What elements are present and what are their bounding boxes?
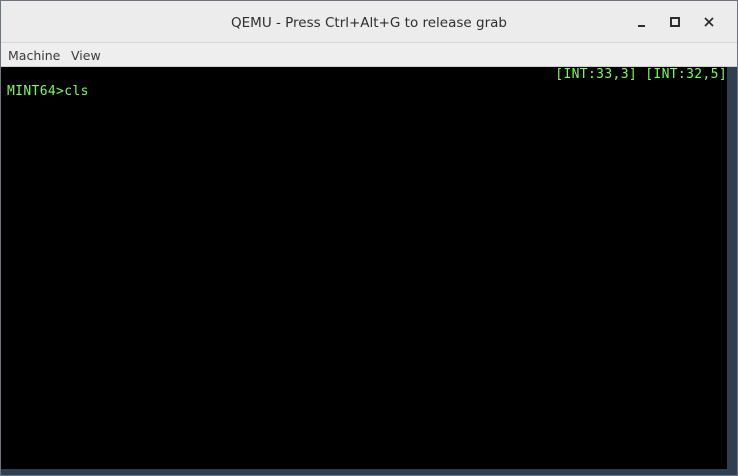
display-border-right [727, 67, 737, 475]
menu-machine[interactable]: Machine [8, 43, 60, 67]
menu-bar: Machine View [1, 43, 737, 67]
minimize-icon [631, 16, 653, 28]
command-prompt-line: MINT64>cls [7, 84, 89, 99]
maximize-icon [664, 16, 686, 28]
interrupt-status-line: [INT:33,3] [INT:32,5] [555, 67, 727, 82]
window-title: QEMU - Press Ctrl+Alt+G to release grab [231, 15, 507, 31]
guest-display[interactable]: [INT:33,3] [INT:32,5] MINT64>cls [1, 67, 727, 469]
minimize-button[interactable] [631, 11, 653, 33]
title-bar[interactable]: QEMU - Press Ctrl+Alt+G to release grab [1, 1, 737, 43]
qemu-window: QEMU - Press Ctrl+Alt+G to release grab [0, 0, 738, 476]
menu-view[interactable]: View [71, 43, 101, 67]
maximize-button[interactable] [664, 11, 686, 33]
display-border-bottom [1, 469, 737, 475]
close-icon [698, 16, 720, 28]
close-button[interactable] [698, 11, 720, 33]
